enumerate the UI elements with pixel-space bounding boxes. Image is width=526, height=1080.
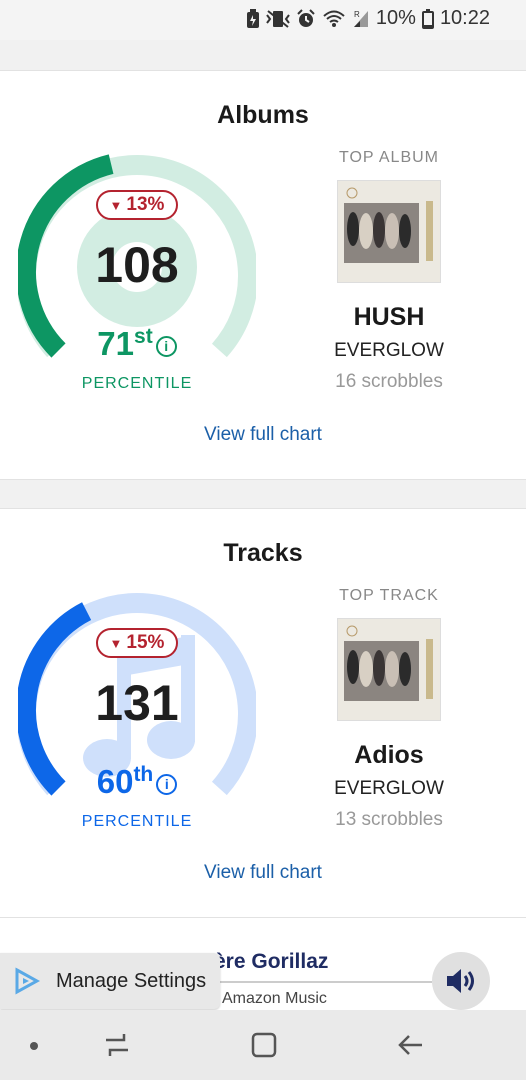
albums-percentile-value: 71 — [97, 325, 135, 362]
speaker-button[interactable] — [432, 952, 490, 1010]
battery-percent: 10% — [375, 7, 416, 29]
manage-settings-button[interactable]: Manage Settings — [0, 953, 220, 1009]
info-icon[interactable]: i — [155, 336, 177, 357]
top-album-artist: EVERGLOW — [334, 340, 444, 361]
ad-subtitle: Amazon Music — [222, 990, 327, 1007]
albums-change-badge: ▼ 13% — [96, 190, 178, 220]
alarm-icon — [297, 8, 315, 27]
tracks-card: Tracks ▼ 15% 131 60th i PERCENTILE TOP TR… — [0, 508, 526, 918]
status-icons: R 10% 10:22 — [246, 7, 490, 30]
signal-icon: R — [353, 10, 368, 27]
wifi-icon — [323, 10, 345, 27]
top-track-title: Adios — [354, 741, 424, 769]
back-icon[interactable] — [396, 1030, 426, 1060]
info-icon[interactable]: i — [156, 774, 178, 795]
nav-dot-icon[interactable] — [28, 1040, 40, 1052]
battery-saver-icon — [246, 8, 259, 28]
tracks-count: 131 — [95, 675, 179, 731]
tracks-percentile: 60th i — [18, 763, 256, 801]
albums-view-full-chart-link[interactable]: View full chart — [0, 424, 526, 446]
ad-title[interactable]: ère Gorillaz — [214, 950, 328, 974]
tracks-percentile-suffix: th — [133, 763, 154, 786]
down-triangle-icon: ▼ — [109, 635, 123, 651]
tracks-change-badge: ▼ 15% — [96, 628, 178, 658]
albums-count: 108 — [95, 237, 179, 293]
albums-gauge[interactable]: ▼ 13% 108 71st i PERCENTILE — [18, 153, 256, 393]
album-cover-art[interactable] — [337, 180, 441, 283]
home-icon[interactable] — [249, 1030, 279, 1060]
vibrate-icon — [266, 9, 290, 28]
battery-icon — [421, 8, 434, 29]
status-bar: R 10% 10:22 — [0, 0, 526, 40]
tracks-title: Tracks — [223, 539, 303, 567]
recent-apps-icon[interactable] — [102, 1030, 132, 1060]
svg-text:R: R — [354, 10, 360, 19]
albums-card: Albums ▼ 13% 108 71st i PERCENTILE TOP AL… — [0, 70, 526, 480]
top-track-scrobbles: 13 scrobbles — [335, 809, 443, 830]
top-track-label: TOP TRACK — [339, 587, 439, 604]
tracks-view-full-chart-link[interactable]: View full chart — [0, 862, 526, 884]
top-album-label: TOP ALBUM — [339, 149, 439, 166]
tracks-percentile-value: 60 — [96, 763, 134, 800]
top-album-scrobbles: 16 scrobbles — [335, 371, 443, 392]
clock: 10:22 — [439, 7, 490, 29]
top-track[interactable]: TOP TRACK Adios EVERGLOW 13 scrobbles — [300, 587, 478, 831]
down-triangle-icon: ▼ — [109, 197, 123, 213]
top-album[interactable]: TOP ALBUM HUSH EVERGLOW 16 scrobbles — [300, 149, 478, 393]
section-divider — [0, 40, 526, 70]
albums-percentile-label: PERCENTILE — [81, 375, 193, 392]
navigation-bar — [0, 1010, 526, 1080]
tracks-change-value: 15% — [126, 632, 165, 653]
play-arrow-icon — [15, 967, 40, 995]
manage-settings-label: Manage Settings — [56, 969, 207, 992]
tracks-gauge[interactable]: ▼ 15% 131 60th i PERCENTILE — [18, 591, 256, 831]
albums-title: Albums — [217, 101, 309, 129]
tracks-percentile-label: PERCENTILE — [81, 813, 193, 830]
speaker-icon — [447, 969, 474, 993]
track-cover-art[interactable] — [337, 618, 441, 721]
albums-change-value: 13% — [126, 194, 165, 215]
top-track-artist: EVERGLOW — [334, 778, 444, 799]
section-divider — [0, 480, 526, 508]
top-album-title: HUSH — [353, 303, 425, 331]
albums-percentile: 71st i — [18, 325, 256, 363]
ad-progress-line — [220, 981, 432, 983]
albums-percentile-suffix: st — [134, 325, 153, 348]
